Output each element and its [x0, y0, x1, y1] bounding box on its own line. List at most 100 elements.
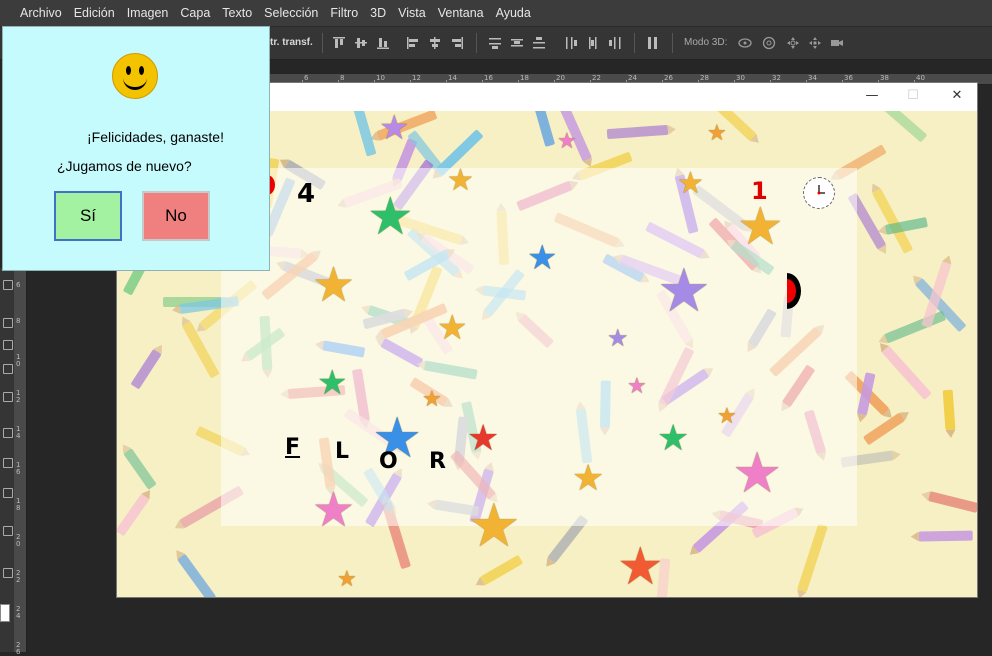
pencil-decoration [122, 448, 157, 491]
tool-icon[interactable] [3, 526, 13, 536]
ruler-tick-label: 26 [664, 74, 673, 82]
pencil-decoration [117, 493, 150, 537]
ruler-tick-label: 6 [304, 74, 309, 82]
ruler-tick-label: 28 [700, 74, 709, 82]
align-left-icon[interactable] [406, 36, 420, 50]
play-again-question: ¿Jugamos de nuevo? [57, 158, 192, 174]
ruler-tick-label: 2 6 [16, 641, 21, 656]
distribute-top-icon[interactable] [488, 36, 502, 50]
star-decoration: ★ [657, 256, 711, 326]
smiley-eye [126, 66, 131, 75]
align-top-icon[interactable] [332, 36, 346, 50]
letter-tile-f[interactable]: F [285, 435, 300, 460]
ruler-tick-label: 40 [916, 74, 925, 82]
pencil-decoration [130, 348, 162, 390]
mode-3d-label: Modo 3D: [684, 37, 728, 48]
pencil-decoration [533, 111, 555, 148]
align-hcenter-icon[interactable] [428, 36, 442, 50]
ruler-tick-label: 2 0 [16, 533, 21, 548]
star-decoration: ★ [707, 121, 727, 146]
star-decoration: ★ [367, 187, 414, 247]
ruler-tick-label: 14 [448, 74, 457, 82]
menu-texto[interactable]: Texto [216, 0, 258, 26]
slide-3d-icon[interactable] [808, 36, 822, 50]
menu-ayuda[interactable]: Ayuda [490, 0, 537, 26]
star-decoration: ★ [732, 441, 783, 506]
tool-icon[interactable] [3, 428, 13, 438]
star-decoration: ★ [657, 418, 690, 459]
align-right-icon[interactable] [450, 36, 464, 50]
menu-3d[interactable]: 3D [364, 0, 392, 26]
distribute-vcenter-icon[interactable] [510, 36, 524, 50]
tool-icon[interactable] [3, 318, 13, 328]
ruler-tick-label: 12 [412, 74, 421, 82]
win-dialog: ¡Felicidades, ganaste! ¿Jugamos de nuevo… [2, 26, 270, 271]
star-decoration: ★ [467, 491, 521, 561]
star-decoration: ★ [737, 197, 784, 257]
tools-panel [0, 268, 14, 652]
auto-align-icon[interactable] [646, 36, 660, 50]
distribute-left-icon[interactable] [564, 36, 578, 50]
orbit-3d-icon[interactable] [738, 36, 752, 50]
smiley-mouth [123, 76, 147, 90]
star-decoration: ★ [437, 308, 468, 348]
pan-3d-icon[interactable] [786, 36, 800, 50]
separator [322, 33, 323, 53]
star-decoration: ★ [527, 238, 558, 278]
ruler-tick-label: 32 [772, 74, 781, 82]
menu-edicion[interactable]: Edición [68, 0, 121, 26]
separator [672, 33, 673, 53]
no-button[interactable]: No [142, 191, 210, 241]
lives-counter: 1 [751, 177, 768, 205]
star-decoration: ★ [312, 482, 356, 538]
pencil-decoration [884, 310, 946, 344]
score-counter: 4 [297, 179, 316, 209]
menu-seleccion[interactable]: Selección [258, 0, 324, 26]
star-decoration: ★ [572, 458, 605, 499]
maximize-icon[interactable]: ☐ [903, 87, 923, 105]
star-decoration: ★ [677, 166, 704, 201]
pencil-decoration [942, 389, 956, 431]
star-decoration: ★ [379, 111, 410, 148]
foreground-color-swatch[interactable] [0, 604, 10, 622]
tool-icon[interactable] [3, 364, 13, 374]
minimize-icon[interactable]: — [862, 87, 882, 105]
letter-tile-o[interactable]: O [379, 449, 398, 474]
half-circle-icon [787, 273, 801, 309]
ruler-tick-label: 8 [16, 317, 21, 325]
ruler-vertical: 6 8 1 0 1 2 1 4 1 6 1 8 2 0 2 2 2 4 2 6 [14, 268, 27, 656]
pencil-decoration [177, 553, 217, 597]
roll-3d-icon[interactable] [762, 36, 776, 50]
distribute-hcenter-icon[interactable] [586, 36, 600, 50]
close-icon[interactable]: ✕ [947, 87, 967, 105]
menu-vista[interactable]: Vista [392, 0, 432, 26]
menu-imagen[interactable]: Imagen [121, 0, 175, 26]
tool-icon[interactable] [3, 280, 13, 290]
distribute-right-icon[interactable] [608, 36, 622, 50]
tool-icon[interactable] [3, 488, 13, 498]
ruler-tick-label: 1 8 [16, 497, 21, 512]
letter-tile-l[interactable]: L [335, 439, 349, 464]
ruler-tick-label: 10 [376, 74, 385, 82]
transform-controls-label[interactable]: tr. transf. [270, 37, 313, 48]
menu-filtro[interactable]: Filtro [324, 0, 364, 26]
align-bottom-icon[interactable] [376, 36, 390, 50]
pencil-decoration [882, 345, 933, 400]
ruler-tick-label: 6 [16, 281, 21, 289]
camera-3d-icon[interactable] [830, 36, 844, 50]
tool-icon[interactable] [3, 392, 13, 402]
menu-ventana[interactable]: Ventana [432, 0, 490, 26]
tool-icon[interactable] [3, 340, 13, 350]
align-vcenter-icon[interactable] [354, 36, 368, 50]
tool-icon[interactable] [3, 568, 13, 578]
star-decoration: ★ [717, 404, 737, 429]
ruler-tick-label: 1 6 [16, 461, 21, 476]
yes-button[interactable]: Sí [54, 191, 122, 241]
distribute-bottom-icon[interactable] [532, 36, 546, 50]
letter-tile-r[interactable]: R [429, 449, 446, 474]
menu-archivo[interactable]: Archivo [14, 0, 68, 26]
menu-capa[interactable]: Capa [174, 0, 216, 26]
tool-icon[interactable] [3, 458, 13, 468]
smiley-eye [139, 66, 144, 75]
ruler-tick-label: 2 2 [16, 569, 21, 584]
